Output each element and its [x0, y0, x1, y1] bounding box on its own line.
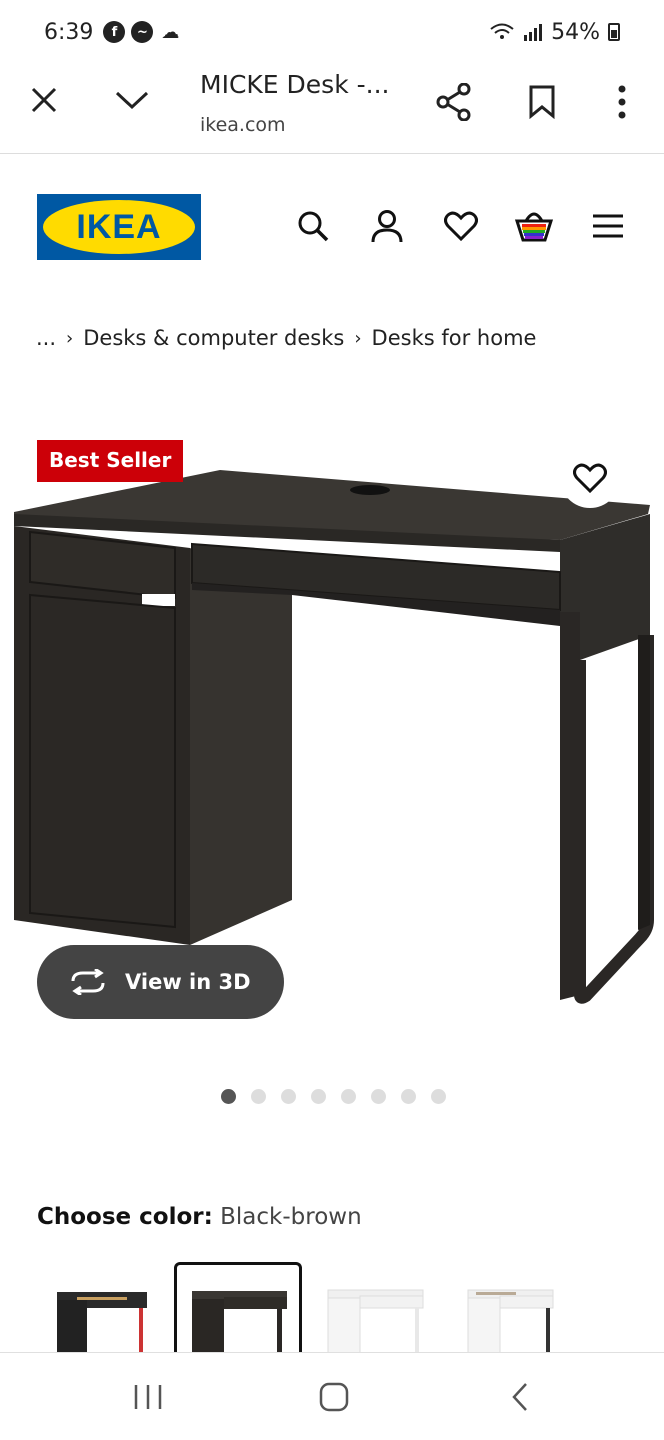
cart-button[interactable] [514, 206, 554, 246]
search-icon [298, 211, 329, 242]
home-button[interactable] [310, 1375, 358, 1419]
breadcrumb-item-desks-for-home[interactable]: Desks for home [372, 326, 537, 350]
weather-icon: ☁ [161, 21, 180, 43]
minimize-button[interactable] [108, 76, 156, 124]
hamburger-menu-icon [593, 214, 623, 238]
share-button[interactable] [430, 78, 478, 126]
close-tab-button[interactable] [20, 76, 68, 124]
chevron-right-icon: › [354, 327, 362, 349]
tab-title[interactable]: MICKE Desk -... [200, 70, 389, 99]
swatch-black-brown-red[interactable] [37, 1262, 165, 1354]
logo-oval: IKEA [43, 200, 195, 254]
breadcrumb-item-desks-computer-desks[interactable]: Desks & computer desks [83, 326, 344, 350]
back-button[interactable] [496, 1375, 544, 1419]
ikea-logo[interactable]: IKEA [37, 194, 201, 260]
heart-icon [573, 463, 607, 493]
desk-thumbnail [192, 1291, 287, 1354]
product-image-gallery[interactable]: Best Seller View in 3D [0, 430, 664, 1060]
notification-icons: f ~ ☁ [103, 21, 181, 43]
recent-apps-icon [134, 1385, 162, 1409]
swatch-white[interactable] [320, 1262, 448, 1354]
chevron-right-icon: › [66, 327, 74, 349]
carousel-dot[interactable] [221, 1089, 236, 1104]
recent-apps-button[interactable] [124, 1375, 172, 1419]
color-label-title: Choose color: [37, 1204, 213, 1230]
carousel-dot[interactable] [311, 1089, 326, 1104]
more-options-button[interactable] [598, 78, 646, 126]
back-icon [512, 1383, 527, 1411]
signal-icon [524, 24, 543, 41]
rotate-3d-icon [71, 969, 105, 995]
share-icon [436, 83, 471, 121]
status-bar: 6:39 f ~ ☁ 54% [0, 0, 664, 64]
more-vertical-icon [618, 85, 626, 119]
wifi-icon [490, 23, 514, 39]
menu-button[interactable] [588, 206, 628, 246]
status-right: 54% [489, 20, 620, 45]
carousel-dot[interactable] [281, 1089, 296, 1104]
desk-thumbnail [327, 1289, 424, 1354]
view-in-3d-label: View in 3D [125, 970, 251, 994]
breadcrumb: ... › Desks & computer desks › Desks for… [36, 326, 536, 350]
swatch-black-brown[interactable] [174, 1262, 302, 1354]
heart-icon [444, 211, 478, 241]
bookmark-icon [529, 85, 555, 119]
shopping-bag-icon [514, 212, 554, 242]
search-button[interactable] [293, 206, 333, 246]
home-icon [319, 1382, 349, 1412]
carousel-dot[interactable] [431, 1089, 446, 1104]
account-button[interactable] [367, 206, 407, 246]
breadcrumb-ellipsis[interactable]: ... [36, 326, 56, 350]
chevron-down-icon [115, 91, 149, 110]
messenger-icon: ~ [131, 21, 154, 43]
tab-url[interactable]: ikea.com [200, 114, 286, 136]
carousel-dot[interactable] [401, 1089, 416, 1104]
carousel-dot[interactable] [341, 1089, 356, 1104]
system-navigation-bar [0, 1352, 664, 1440]
browser-toolbar: MICKE Desk -... ikea.com [0, 64, 664, 154]
status-time: 6:39 [44, 19, 94, 45]
add-to-favorites-button[interactable] [560, 448, 620, 508]
swatch-white-anthracite[interactable] [456, 1262, 584, 1354]
battery-icon [608, 23, 620, 41]
view-in-3d-button[interactable]: View in 3D [37, 945, 284, 1019]
battery-percent: 54% [551, 19, 600, 45]
desk-thumbnail [467, 1289, 554, 1354]
favorites-button[interactable] [441, 206, 481, 246]
user-icon [371, 210, 403, 243]
color-swatches [37, 1262, 637, 1354]
desk-thumbnail [57, 1292, 147, 1354]
color-chooser-label: Choose color: Black-brown [37, 1204, 362, 1230]
product-image [14, 470, 654, 1004]
bookmark-button[interactable] [518, 78, 566, 126]
carousel-dot[interactable] [371, 1089, 386, 1104]
logo-text: IKEA [76, 207, 162, 246]
facebook-icon: f [103, 21, 126, 43]
best-seller-badge: Best Seller [37, 440, 184, 482]
carousel-dot[interactable] [251, 1089, 266, 1104]
color-value: Black-brown [220, 1204, 362, 1230]
close-icon [31, 87, 57, 113]
carousel-indicator [221, 1089, 446, 1104]
